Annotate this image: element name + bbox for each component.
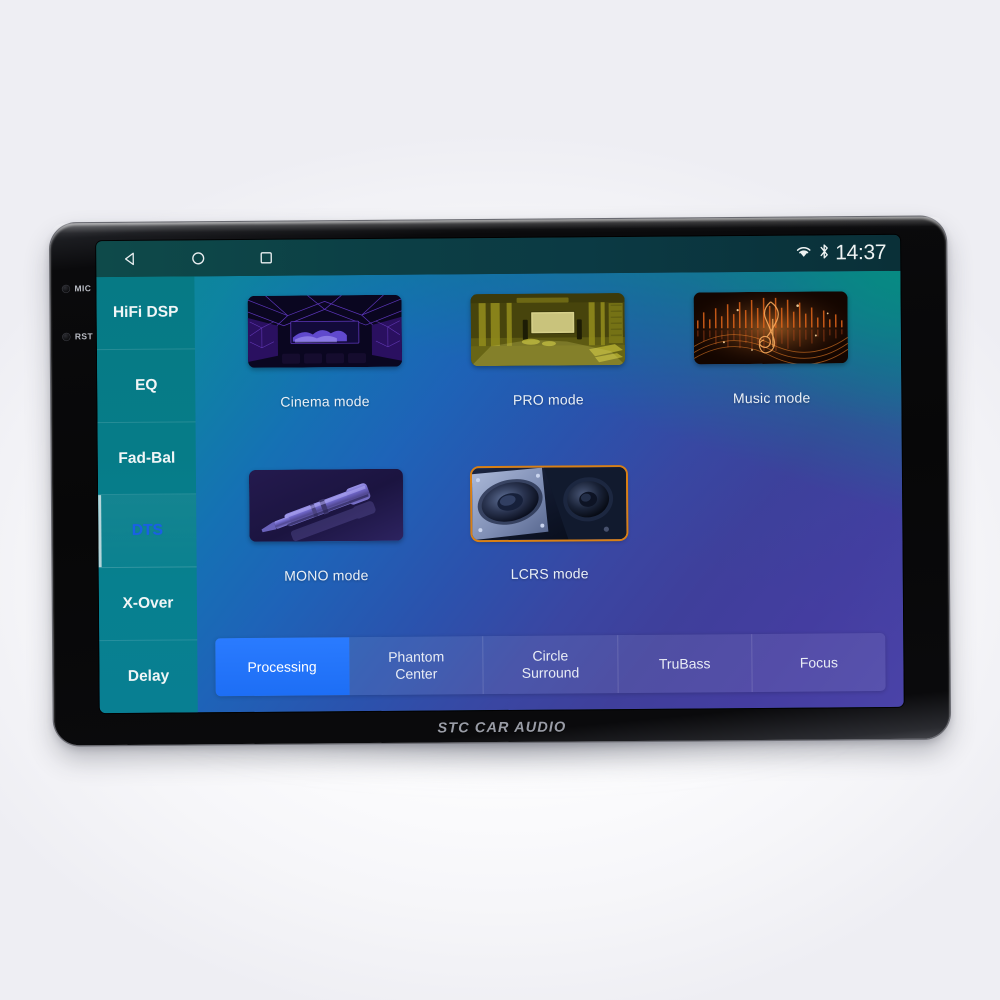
mode-label: MONO mode [284, 567, 369, 584]
mic-hole-icon [62, 284, 70, 292]
mode-card-mono[interactable]: MONO mode [214, 462, 439, 638]
recents-square-icon[interactable] [256, 248, 276, 268]
tab-label: Processing [247, 658, 317, 675]
sidebar-item-label: Delay [127, 667, 170, 685]
mono-jack-plug-thumb[interactable] [248, 468, 404, 542]
sidebar-item-fad-bal[interactable]: Fad-Bal [97, 422, 197, 496]
tab-trubass[interactable]: TruBass [617, 634, 753, 694]
mode-card-pro[interactable]: PRO mode [436, 287, 661, 463]
mode-card-music[interactable]: Music mode [659, 285, 884, 461]
sidebar-item-label: HiFi DSP [112, 303, 179, 321]
car-head-unit-device: MIC RST STC CAR AUDIO 14:37 HiFi DSP EQ … [49, 216, 951, 746]
bezel-button-mic-label: MIC [74, 283, 92, 294]
tab-label: Circle Surround [521, 647, 580, 681]
wifi-icon [794, 243, 813, 264]
android-nav-buttons [120, 248, 276, 269]
tab-label: Focus [799, 653, 838, 671]
sidebar-item-label: Fad-Bal [118, 449, 176, 467]
status-indicators: 14:37 [794, 241, 886, 266]
sidebar-item-label: DTS [131, 522, 163, 540]
sidebar-item-label: X-Over [122, 594, 174, 613]
lcrs-speakers-thumb[interactable] [471, 467, 627, 541]
sidebar-nav: HiFi DSP EQ Fad-Bal DTS X-Over Delay [96, 276, 198, 714]
tab-processing[interactable]: Processing [215, 637, 350, 697]
sound-mode-grid: Cinema mode PRO mode Music mode MONO mod… [212, 285, 885, 638]
pro-studio-thumb[interactable] [470, 293, 626, 367]
android-status-bar: 14:37 [96, 234, 901, 278]
sidebar-item-dts[interactable]: DTS [98, 494, 197, 569]
mode-label: LCRS mode [510, 565, 589, 582]
sidebar-item-hifi-dsp[interactable]: HiFi DSP [96, 276, 195, 350]
back-triangle-icon[interactable] [120, 249, 140, 269]
tab-label: TruBass [658, 654, 711, 672]
touchscreen[interactable]: 14:37 HiFi DSP EQ Fad-Bal DTS X-Over Del… [96, 234, 904, 714]
mode-label: Music mode [732, 389, 811, 407]
bluetooth-icon [818, 242, 830, 265]
sidebar-item-delay[interactable]: Delay [99, 641, 198, 714]
home-circle-icon[interactable] [188, 248, 208, 268]
bezel-button-rst-label: RST [74, 331, 94, 342]
dsp-app-screen: HiFi DSP EQ Fad-Bal DTS X-Over Delay Cin… [96, 270, 904, 714]
music-waveform-thumb[interactable] [693, 291, 849, 365]
dts-feature-tabs: Processing Phantom Center Circle Surround … [215, 632, 886, 697]
sidebar-item-eq[interactable]: EQ [96, 349, 196, 423]
sidebar-item-label: EQ [134, 376, 158, 394]
tab-circle-surround[interactable]: Circle Surround [483, 635, 619, 695]
reset-hole-icon [62, 332, 70, 340]
tab-focus[interactable]: Focus [752, 633, 886, 692]
mode-card-lcrs[interactable]: LCRS mode [437, 461, 662, 637]
status-clock: 14:37 [835, 240, 887, 265]
tab-label: Phantom Center [388, 648, 445, 682]
sidebar-item-x-over[interactable]: X-Over [98, 567, 198, 642]
mode-card-cinema[interactable]: Cinema mode [212, 288, 437, 464]
mode-label: PRO mode [512, 391, 584, 408]
cinema-theater-thumb[interactable] [247, 294, 402, 368]
tab-phantom-center[interactable]: Phantom Center [349, 636, 485, 696]
mode-label: Cinema mode [280, 393, 370, 410]
main-content: Cinema mode PRO mode Music mode MONO mod… [194, 271, 903, 713]
